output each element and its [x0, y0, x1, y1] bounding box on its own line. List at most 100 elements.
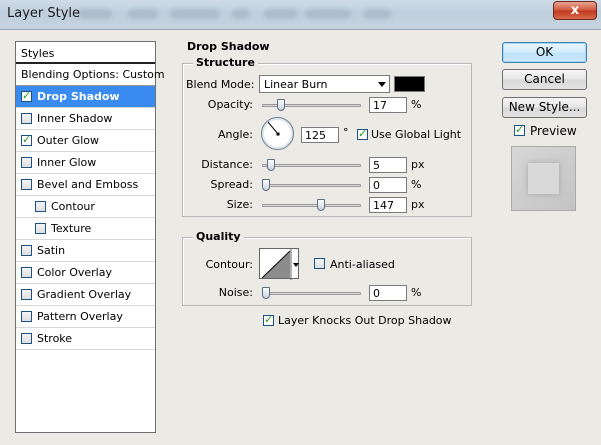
style-item-pattern-overlay[interactable]: Pattern Overlay: [16, 306, 155, 328]
style-item-gradient-overlay[interactable]: Gradient Overlay: [16, 284, 155, 306]
use-global-light-label: Use Global Light: [371, 128, 462, 141]
style-item-label: Drop Shadow: [37, 90, 120, 103]
title-bar[interactable]: Layer Style x: [0, 0, 601, 30]
opacity-input[interactable]: 17: [369, 97, 407, 113]
style-item-checkbox[interactable]: [21, 179, 32, 190]
size-slider-handle[interactable]: [316, 199, 325, 211]
style-item-label: Gradient Overlay: [37, 288, 132, 301]
blurred-menu-ghost: [305, 9, 351, 19]
distance-label: Distance:: [201, 158, 253, 171]
use-global-light-checkbox[interactable]: [357, 127, 368, 140]
close-icon: x: [570, 3, 580, 18]
spread-slider-track[interactable]: [262, 184, 361, 187]
style-item-label: Satin: [37, 244, 66, 257]
style-item-inner-glow[interactable]: Inner Glow: [16, 152, 155, 174]
preview-checkbox[interactable]: [514, 123, 525, 136]
style-item-checkbox[interactable]: [21, 89, 32, 102]
style-item-checkbox[interactable]: [21, 133, 32, 146]
size-slider-track[interactable]: [262, 204, 361, 207]
noise-slider-track[interactable]: [262, 292, 361, 295]
spread-unit: %: [411, 178, 422, 191]
chevron-down-icon[interactable]: [293, 263, 299, 267]
blurred-menu-ghost: [78, 9, 112, 19]
styles-header[interactable]: Styles: [16, 42, 155, 64]
contour-label: Contour:: [205, 258, 253, 271]
anti-aliased-label: Anti-aliased: [330, 258, 395, 271]
style-item-checkbox[interactable]: [21, 245, 32, 256]
style-item-checkbox[interactable]: [21, 267, 32, 278]
blurred-menu-ghost: [170, 9, 220, 19]
cancel-button[interactable]: Cancel: [502, 69, 587, 90]
style-item-label: Contour: [51, 200, 95, 213]
close-button[interactable]: x: [553, 1, 597, 20]
blurred-menu-ghost: [363, 9, 391, 19]
style-item-label: Bevel and Emboss: [37, 178, 139, 191]
shadow-color-swatch[interactable]: [394, 76, 425, 92]
blend-mode-select[interactable]: Linear Burn: [259, 75, 390, 93]
style-item-checkbox[interactable]: [21, 289, 32, 300]
style-item-checkbox[interactable]: [35, 201, 46, 212]
style-item-stroke[interactable]: Stroke: [16, 328, 155, 350]
style-item-color-overlay[interactable]: Color Overlay: [16, 262, 155, 284]
style-item-checkbox[interactable]: [21, 113, 32, 124]
size-label: Size:: [226, 198, 253, 211]
angle-input[interactable]: 125: [301, 127, 339, 143]
layer-knocks-out-label: Layer Knocks Out Drop Shadow: [278, 314, 452, 327]
style-item-checkbox[interactable]: [35, 223, 46, 234]
angle-dial[interactable]: [261, 117, 294, 150]
noise-label: Noise:: [218, 286, 253, 299]
distance-input[interactable]: 5: [369, 157, 407, 173]
style-item-label: Inner Shadow: [37, 112, 113, 125]
blending-options-label: Blending Options: Custom: [21, 68, 165, 81]
spread-input[interactable]: 0: [369, 177, 407, 193]
style-item-label: Stroke: [37, 332, 73, 345]
window-title: Layer Style: [7, 6, 81, 21]
structure-title: Structure: [193, 56, 258, 69]
ok-button[interactable]: OK: [502, 42, 587, 63]
style-item-checkbox[interactable]: [21, 157, 32, 168]
blend-mode-value: Linear Burn: [264, 78, 328, 91]
style-item-texture[interactable]: Texture: [16, 218, 155, 240]
noise-input[interactable]: 0: [369, 285, 407, 301]
size-input[interactable]: 147: [369, 197, 407, 213]
style-item-label: Pattern Overlay: [37, 310, 123, 323]
style-item-inner-shadow[interactable]: Inner Shadow: [16, 108, 155, 130]
spread-slider-handle[interactable]: [262, 179, 270, 191]
style-item-contour[interactable]: Contour: [16, 196, 155, 218]
style-item-outer-glow[interactable]: Outer Glow: [16, 130, 155, 152]
spread-label: Spread:: [210, 178, 253, 191]
preview-thumbnail: [511, 146, 576, 211]
style-item-checkbox[interactable]: [21, 333, 32, 344]
noise-unit: %: [411, 286, 422, 299]
distance-slider-handle[interactable]: [266, 159, 275, 171]
preview-shape: [528, 163, 559, 194]
contour-picker[interactable]: [259, 248, 299, 280]
distance-slider-track[interactable]: [262, 164, 361, 167]
style-item-drop-shadow[interactable]: Drop Shadow: [16, 86, 155, 108]
style-item-satin[interactable]: Satin: [16, 240, 155, 262]
style-item-label: Outer Glow: [37, 134, 100, 147]
quality-title: Quality: [193, 230, 244, 243]
opacity-slider-handle[interactable]: [277, 99, 286, 111]
angle-indicator-icon: [267, 121, 280, 136]
style-item-label: Color Overlay: [37, 266, 112, 279]
styles-list: Styles Blending Options: Custom Drop Sha…: [15, 41, 165, 433]
angle-unit: °: [343, 126, 349, 139]
new-style-button[interactable]: New Style...: [502, 97, 587, 118]
blurred-menu-ghost: [232, 9, 250, 19]
chevron-down-icon: [378, 82, 386, 87]
angle-label: Angle:: [217, 128, 253, 141]
drop-shadow-title: Drop Shadow: [184, 40, 273, 53]
blurred-menu-ghost: [264, 9, 298, 19]
blurred-menu-ghost: [128, 9, 158, 19]
layer-knocks-out-checkbox[interactable]: [263, 313, 274, 326]
opacity-label: Opacity:: [207, 98, 253, 111]
layer-style-dialog: Styles Blending Options: Custom Drop Sha…: [0, 31, 601, 445]
style-item-bevel-and-emboss[interactable]: Bevel and Emboss: [16, 174, 155, 196]
style-item-label: Texture: [51, 222, 92, 235]
distance-unit: px: [411, 158, 425, 171]
blending-options-item[interactable]: Blending Options: Custom: [16, 64, 165, 86]
noise-slider-handle[interactable]: [262, 287, 270, 299]
anti-aliased-checkbox[interactable]: [314, 258, 325, 269]
style-item-checkbox[interactable]: [21, 311, 32, 322]
